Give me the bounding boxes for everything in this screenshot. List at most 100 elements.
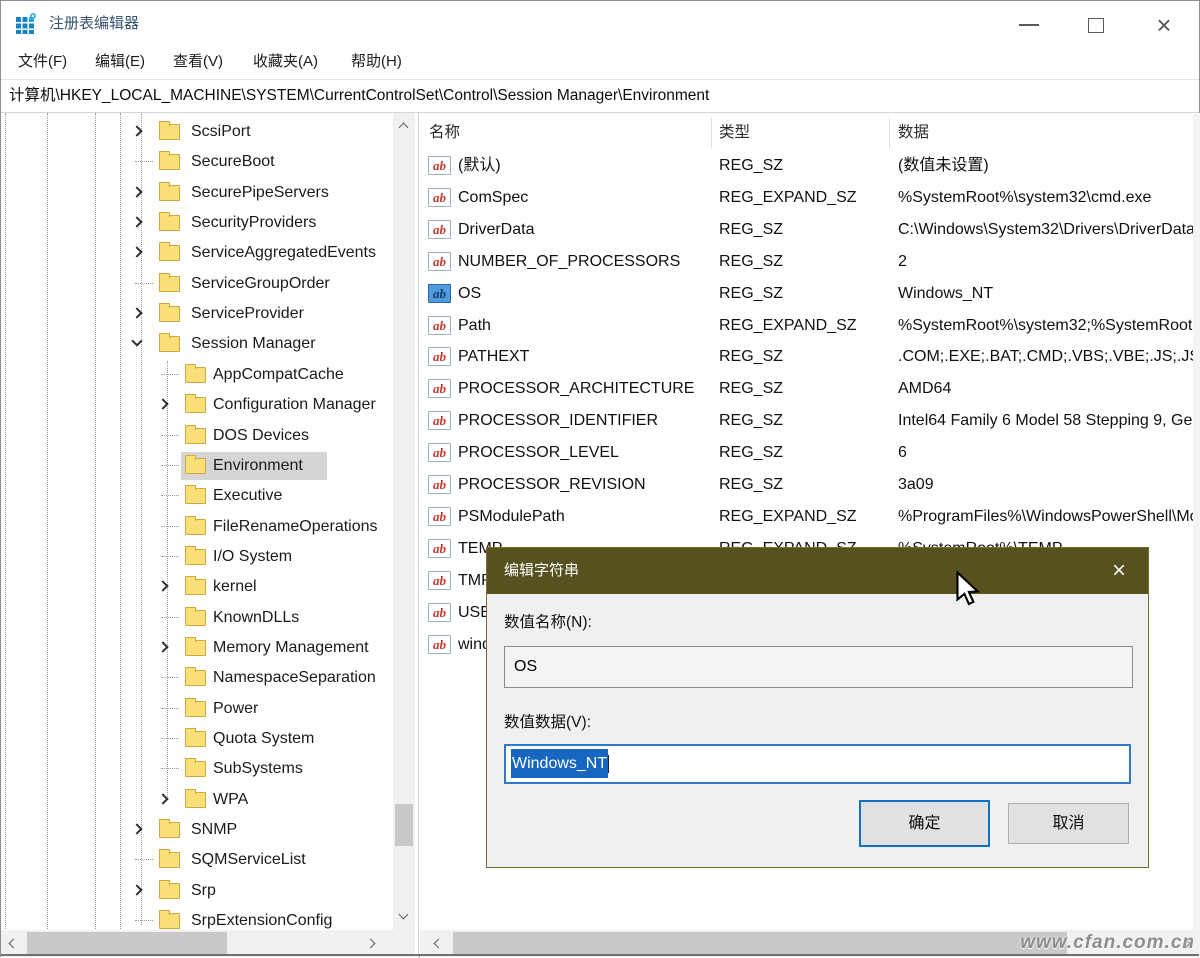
cell-name: NUMBER_OF_PROCESSORS (458, 246, 680, 278)
tree-item-session-manager[interactable]: Session Manager (1, 329, 393, 359)
column-separator[interactable] (889, 117, 890, 148)
tree-vertical-scrollbar[interactable] (393, 113, 415, 930)
maximize-button[interactable] (1079, 9, 1113, 41)
tree-connector (135, 920, 153, 921)
close-button[interactable]: × (1147, 9, 1181, 41)
tree-item-label: DOS Devices (209, 422, 313, 450)
regedit-window: 注册表编辑器 × 文件(F)编辑(E)查看(V)收藏夹(A)帮助(H) 计算机\… (0, 0, 1200, 957)
cell-name: Path (458, 310, 491, 342)
tree-horizontal-scrollbar[interactable] (1, 930, 415, 957)
tree-item-configuration-manager[interactable]: Configuration Manager (1, 390, 393, 420)
tree-item-serviceaggregatedevents[interactable]: ServiceAggregatedEvents (1, 238, 393, 268)
tree-hscroll-thumb[interactable] (27, 932, 227, 955)
menu-item-2[interactable]: 编辑(E) (93, 47, 147, 79)
tree-item-serviceprovider[interactable]: ServiceProvider (1, 299, 393, 329)
chevron-right-icon[interactable] (157, 398, 168, 409)
column-header-3[interactable]: 数据 (898, 114, 929, 151)
menu-item-1[interactable]: 文件(F) (16, 47, 69, 79)
string-value-icon: ab (428, 220, 451, 239)
value-row-processor-architecture[interactable]: abPROCESSOR_ARCHITECTUREREG_SZAMD64 (420, 373, 1193, 405)
value-row-driverdata[interactable]: abDriverDataREG_SZC:\Windows\System32\Dr… (420, 214, 1193, 246)
value-name-field[interactable]: OS (504, 646, 1133, 688)
tree-item-knowndlls[interactable]: KnownDLLs (1, 603, 393, 633)
value-row-processor-level[interactable]: abPROCESSOR_LEVELREG_SZ6 (420, 437, 1193, 469)
value-row-processor-revision[interactable]: abPROCESSOR_REVISIONREG_SZ3a09 (420, 469, 1193, 501)
tree-item-securepipeservers[interactable]: SecurePipeServers (1, 178, 393, 208)
tree-item-srpextensionconfig[interactable]: SrpExtensionConfig (1, 906, 393, 929)
value-row-psmodulepath[interactable]: abPSModulePathREG_EXPAND_SZ%ProgramFiles… (420, 501, 1193, 533)
tree-connector (161, 374, 179, 375)
tree-item-sqmservicelist[interactable]: SQMServiceList (1, 845, 393, 875)
tree-item-quota-system[interactable]: Quota System (1, 724, 393, 754)
tree-item-appcompatcache[interactable]: AppCompatCache (1, 360, 393, 390)
tree-item-srp[interactable]: Srp (1, 876, 393, 906)
tree-item-label: kernel (209, 573, 261, 601)
cancel-button[interactable]: 取消 (1008, 803, 1129, 844)
chevron-right-icon[interactable] (157, 793, 168, 804)
value-data-field[interactable]: Windows_NT (504, 744, 1131, 784)
menu-item-5[interactable]: 帮助(H) (349, 47, 404, 79)
folder-icon (159, 336, 180, 352)
chevron-right-icon[interactable] (131, 125, 142, 136)
column-header-1[interactable]: 名称 (429, 114, 460, 151)
scroll-up-icon[interactable] (399, 123, 409, 133)
scroll-left-icon[interactable] (9, 939, 19, 949)
tree-item-servicegrouporder[interactable]: ServiceGroupOrder (1, 269, 393, 299)
list-hscroll-thumb[interactable] (453, 932, 1067, 955)
tree-item-dos-devices[interactable]: DOS Devices (1, 421, 393, 451)
folder-icon (159, 185, 180, 201)
chevron-right-icon[interactable] (131, 884, 142, 895)
tree-vscroll-thumb[interactable] (395, 804, 413, 846)
menu-item-4[interactable]: 收藏夹(A) (251, 47, 320, 79)
tree-item-scsiport[interactable]: ScsiPort (1, 117, 393, 147)
value-name-label: 数值名称(N): (504, 610, 592, 632)
value-row-pathext[interactable]: abPATHEXTREG_SZ.COM;.EXE;.BAT;.CMD;.VBS;… (420, 341, 1193, 373)
tree-item-executive[interactable]: Executive (1, 481, 393, 511)
tree-item-environment[interactable]: Environment (1, 451, 393, 481)
chevron-right-icon[interactable] (157, 641, 168, 652)
value-row-path[interactable]: abPathREG_EXPAND_SZ%SystemRoot%\system32… (420, 310, 1193, 342)
tree-item-secureboot[interactable]: SecureBoot (1, 147, 393, 177)
tree-item-power[interactable]: Power (1, 694, 393, 724)
tree-item-memory-management[interactable]: Memory Management (1, 633, 393, 663)
folder-icon (185, 670, 206, 686)
tree-item-subsystems[interactable]: SubSystems (1, 754, 393, 784)
value-row-comspec[interactable]: abComSpecREG_EXPAND_SZ%SystemRoot%\syste… (420, 182, 1193, 214)
value-row-number-of-processors[interactable]: abNUMBER_OF_PROCESSORSREG_SZ2 (420, 246, 1193, 278)
cell-name: PROCESSOR_LEVEL (458, 437, 619, 469)
dialog-title-bar[interactable]: 编辑字符串 × (487, 548, 1148, 594)
tree-item-kernel[interactable]: kernel (1, 572, 393, 602)
tree-item-wpa[interactable]: WPA (1, 785, 393, 815)
cell-data: AMD64 (898, 373, 951, 405)
value-row-processor-identifier[interactable]: abPROCESSOR_IDENTIFIERREG_SZIntel64 Fami… (420, 405, 1193, 437)
menu-item-3[interactable]: 查看(V) (171, 47, 225, 79)
tree-item-snmp[interactable]: SNMP (1, 815, 393, 845)
chevron-right-icon[interactable] (131, 186, 142, 197)
list-vertical-scrollbar[interactable] (1193, 114, 1200, 930)
address-bar[interactable]: 计算机\HKEY_LOCAL_MACHINE\SYSTEM\CurrentCon… (1, 79, 1199, 113)
dialog-close-button[interactable]: × (1102, 554, 1136, 588)
value-row-os[interactable]: abOSREG_SZWindows_NT (420, 278, 1193, 310)
tree-item-securityproviders[interactable]: SecurityProviders (1, 208, 393, 238)
registry-path: 计算机\HKEY_LOCAL_MACHINE\SYSTEM\CurrentCon… (9, 80, 709, 112)
tree-item-filerenameoperations[interactable]: FileRenameOperations (1, 512, 393, 542)
scroll-left-icon[interactable] (434, 939, 444, 949)
minimize-button[interactable] (1012, 9, 1046, 41)
cell-name: PROCESSOR_ARCHITECTURE (458, 373, 694, 405)
scroll-right-icon[interactable] (366, 939, 376, 949)
chevron-right-icon[interactable] (131, 823, 142, 834)
column-header-2[interactable]: 类型 (719, 114, 750, 151)
scroll-down-icon[interactable] (399, 910, 409, 920)
column-separator[interactable] (711, 117, 712, 148)
ok-button[interactable]: 确定 (859, 800, 990, 847)
value-row--[interactable]: ab(默认)REG_SZ(数值未设置) (420, 150, 1193, 182)
string-value-icon: ab (428, 603, 451, 622)
chevron-right-icon[interactable] (131, 307, 142, 318)
tree-item-namespaceseparation[interactable]: NamespaceSeparation (1, 663, 393, 693)
chevron-right-icon[interactable] (131, 216, 142, 227)
chevron-right-icon[interactable] (131, 247, 142, 258)
chevron-right-icon[interactable] (157, 581, 168, 592)
tree-item-i-o-system[interactable]: I/O System (1, 542, 393, 572)
tree-connector (161, 708, 179, 709)
chevron-down-icon[interactable] (131, 336, 142, 347)
